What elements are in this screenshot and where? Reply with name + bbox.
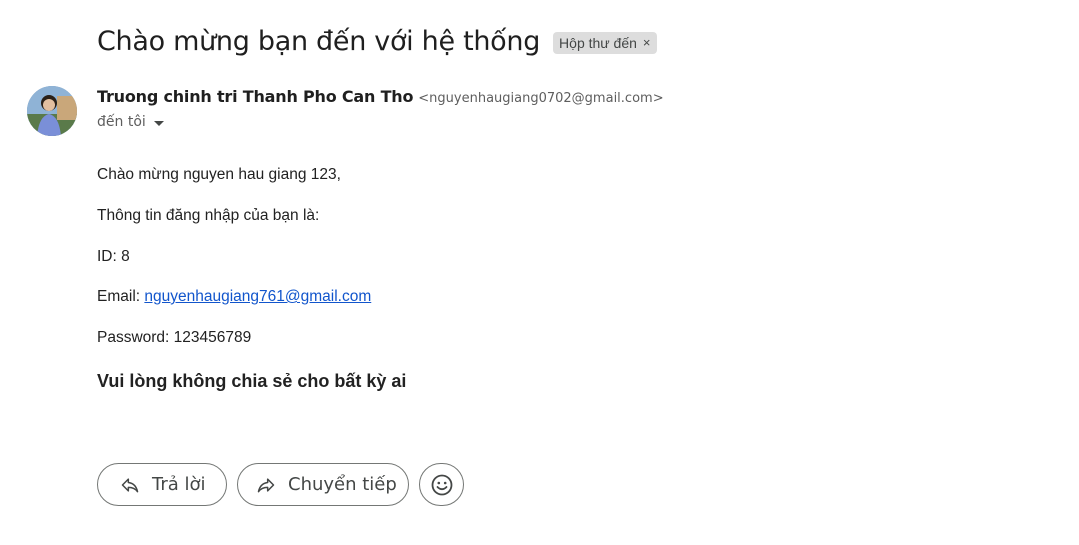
emoji-reaction-button[interactable] [419, 463, 464, 506]
sender-row: Truong chinh tri Thanh Pho Can Tho <nguy… [97, 87, 664, 106]
id-line: ID: 8 [97, 248, 130, 265]
label-text: Hộp thư đến [559, 34, 637, 51]
email-link[interactable]: nguyenhaugiang761@gmail.com [144, 288, 371, 305]
forward-label: Chuyển tiếp [288, 474, 397, 495]
recipient-details-toggle[interactable]: đến tôi [97, 114, 164, 130]
reply-button[interactable]: Trả lời [97, 463, 227, 506]
inbox-label-chip[interactable]: Hộp thư đến × [553, 31, 657, 54]
sender-avatar[interactable] [27, 86, 77, 136]
reply-icon [120, 475, 140, 495]
caret-down-icon[interactable] [153, 120, 164, 126]
recipient-text: đến tôi [97, 114, 146, 130]
info-intro-line: Thông tin đăng nhập của bạn là: [97, 207, 320, 224]
forward-icon [256, 475, 276, 495]
emoji-icon [430, 473, 454, 497]
remove-label-icon[interactable]: × [643, 35, 651, 50]
action-buttons: Trả lời Chuyển tiếp [97, 463, 464, 506]
password-line: Password: 123456789 [97, 329, 252, 346]
sender-name[interactable]: Truong chinh tri Thanh Pho Can Tho [97, 87, 413, 106]
email-label: Email: [97, 288, 145, 305]
subject-row: Chào mừng bạn đến với hệ thống Hộp thư đ… [97, 26, 657, 57]
email-line: Email: nguyenhaugiang761@gmail.com [97, 288, 371, 306]
reply-label: Trả lời [152, 474, 206, 495]
sender-email: <nguyenhaugiang0702@gmail.com> [418, 91, 664, 106]
email-subject: Chào mừng bạn đến với hệ thống [97, 26, 541, 57]
greeting-line: Chào mừng nguyen hau giang 123, [97, 166, 341, 183]
warning-line: Vui lòng không chia sẻ cho bất kỳ ai [97, 371, 407, 391]
forward-button[interactable]: Chuyển tiếp [237, 463, 409, 506]
